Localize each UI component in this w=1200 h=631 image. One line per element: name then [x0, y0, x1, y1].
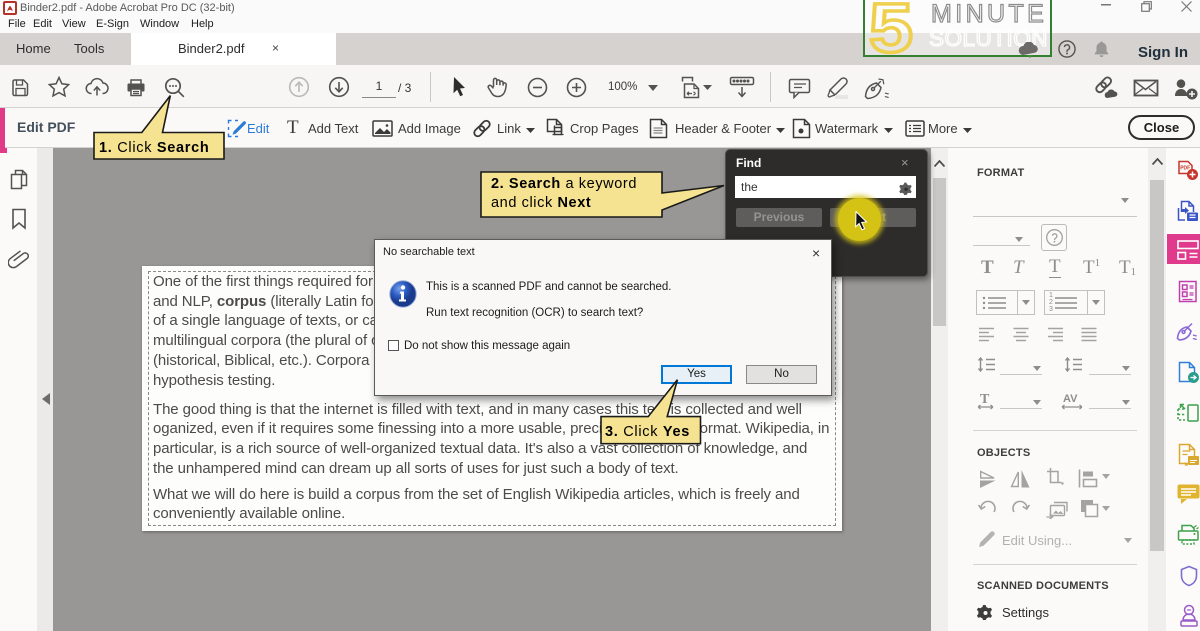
svg-text:AV: AV [1063, 393, 1078, 405]
svg-text:and click Next: and click Next [491, 195, 591, 211]
svg-text:2. Search a keyword: 2. Search a keyword [491, 176, 637, 192]
svg-text:3. Click Yes: 3. Click Yes [605, 424, 690, 440]
svg-text:1. Click Search: 1. Click Search [99, 140, 209, 156]
svg-text:T: T [980, 392, 990, 407]
